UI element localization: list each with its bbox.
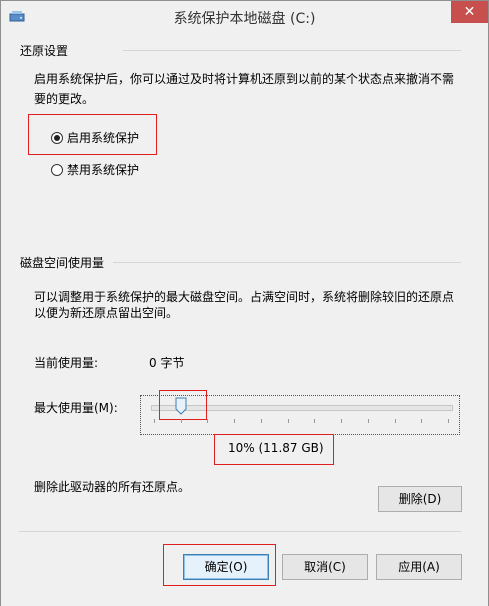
dialog-content: 还原设置 启用系统保护后，你可以通过及时将计算机还原到以前的某个状态点来撤消不需… [1,32,488,606]
slider-track[interactable] [151,405,453,411]
restore-settings-divider [123,50,461,51]
delete-button[interactable]: 删除(D) [378,486,462,512]
restore-description-line2: 要的更改。 [34,92,95,106]
slider-tick [154,419,155,423]
window-title: 系统保护本地磁盘 (C:) [173,11,316,27]
enable-protection-option[interactable]: 启用系统保护 [51,130,151,148]
delete-description: 删除此驱动器的所有还原点。 [34,480,191,494]
slider-tick [421,419,423,423]
slider-tick [394,419,396,423]
max-usage-label: 最大使用量(M): [34,401,118,415]
apply-button[interactable]: 应用(A) [376,554,462,580]
close-icon: ✕ [463,4,476,20]
disable-protection-radio[interactable] [51,164,63,176]
title-bar[interactable]: 系统保护本地磁盘 (C:) ✕ [1,1,488,32]
ok-button[interactable]: 确定(O) [183,554,269,580]
restore-settings-header: 还原设置 [20,44,69,58]
slider-tick [314,419,316,423]
slider-tick [448,419,449,423]
cancel-button[interactable]: 取消(C) [282,554,368,580]
slider-tick [180,419,182,423]
disable-protection-option[interactable]: 禁用系统保护 [51,162,151,180]
slider-tick [341,419,343,423]
current-usage-label: 当前使用量: [34,356,99,370]
disable-protection-label: 禁用系统保护 [67,163,140,177]
slider-tick [260,419,262,423]
footer-divider [19,531,461,532]
restore-description-line1: 启用系统保护后，你可以通过及时将计算机还原到以前的某个状态点来撤消不需 [34,72,455,86]
slider-tick [234,419,236,423]
slider-tick [287,419,289,423]
slider-thumb[interactable] [175,397,187,415]
system-protection-dialog: 系统保护本地磁盘 (C:) ✕ 还原设置 启用系统保护后，你可以通过及时将计算机… [0,0,489,606]
slider-tick [207,419,209,423]
enable-protection-radio[interactable] [51,132,63,144]
disk-usage-header: 磁盘空间使用量 [20,256,105,270]
disk-usage-divider [113,262,461,263]
max-usage-readout: 10% (11.87 GB) [228,441,324,455]
max-usage-slider[interactable] [140,395,460,435]
enable-protection-label: 启用系统保护 [67,131,140,145]
close-button[interactable]: ✕ [451,1,488,23]
current-usage-value: 0 字节 [149,356,185,370]
slider-tick [367,419,369,423]
disk-description-line2: 以便为新还原点留出空间。 [34,306,179,320]
